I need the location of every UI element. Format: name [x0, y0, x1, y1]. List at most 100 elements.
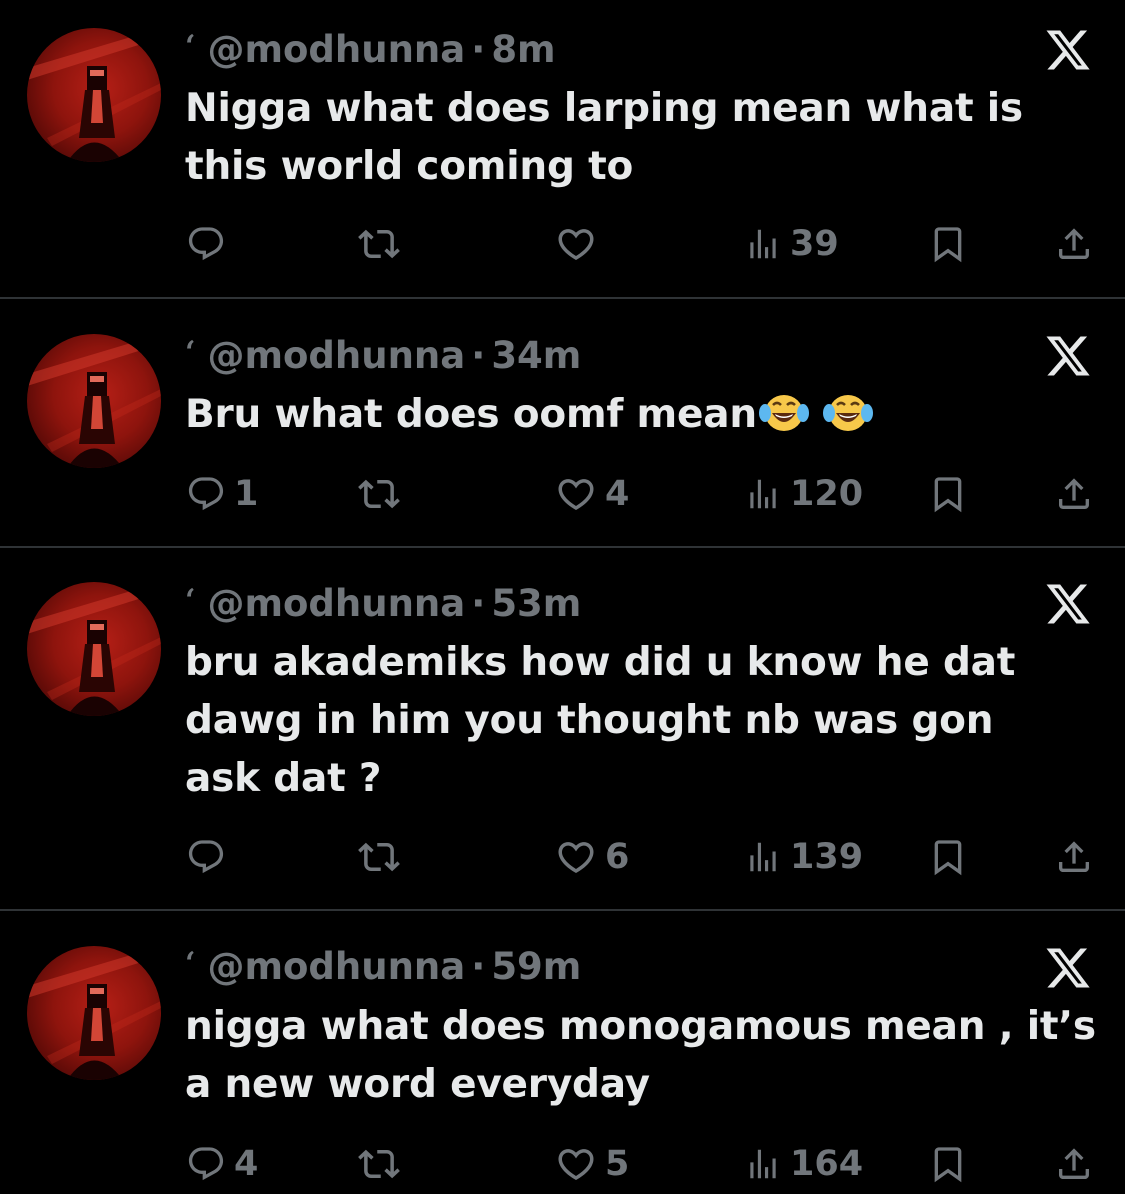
retweet-button[interactable] — [358, 219, 408, 269]
avatar-image — [27, 582, 161, 716]
like-button[interactable] — [555, 219, 605, 269]
tweet-meta: ‘ @modhunna · 53m — [185, 582, 581, 629]
tweet-text-container: Bru what does oomf mean — [185, 386, 1105, 444]
timestamp[interactable]: 8m — [491, 28, 555, 71]
heart-icon — [558, 842, 594, 874]
reply-icon — [188, 477, 224, 511]
like-count: 6 — [605, 837, 630, 877]
avatar[interactable] — [27, 28, 161, 162]
share-button[interactable] — [1054, 832, 1094, 882]
heart-icon — [558, 1149, 594, 1181]
timestamp[interactable]: 53m — [491, 582, 581, 625]
share-icon — [1059, 841, 1089, 872]
tweet[interactable]: ‘ @modhunna · 59m nigga what does monogamou… — [0, 911, 1125, 1194]
timestamp[interactable]: 59m — [491, 945, 581, 988]
retweet-icon — [358, 842, 400, 872]
views-button[interactable]: 39 — [744, 219, 839, 269]
avatar[interactable] — [27, 334, 161, 468]
tweet[interactable]: ‘ @modhunna · 34m Bru what does oomf mean 1 — [0, 299, 1125, 546]
like-button[interactable]: 5 — [555, 1139, 629, 1189]
retweet-icon — [358, 1149, 400, 1179]
tweet-meta: ‘ @modhunna · 8m — [185, 28, 556, 75]
share-button[interactable] — [1054, 219, 1094, 269]
separator-dot: · — [471, 334, 486, 377]
tweet-text: Nigga what does larping mean what is thi… — [185, 86, 1023, 189]
share-button[interactable] — [1054, 1139, 1094, 1189]
quote-mark: ‘ — [185, 583, 196, 618]
reply-icon — [188, 1147, 224, 1181]
bookmark-icon — [934, 840, 962, 876]
views-icon — [750, 1149, 776, 1179]
tweet-text: nigga what does monogamous mean , it’s a… — [185, 1004, 1096, 1107]
tweet[interactable]: ‘ @modhunna · 53m bru akademiks how did u k… — [0, 548, 1125, 909]
x-logo-icon — [1046, 336, 1090, 376]
heart-icon — [558, 229, 594, 261]
tweet-text: Bru what does oomf mean — [185, 392, 757, 437]
share-icon — [1059, 228, 1089, 259]
face-with-tears-of-joy-icon — [822, 395, 873, 431]
bookmark-button[interactable] — [928, 219, 968, 269]
x-logo-icon — [1046, 584, 1090, 624]
quote-mark: ‘ — [185, 335, 196, 370]
action-bar: 1 4 120 — [0, 469, 1125, 519]
reply-icon — [188, 227, 224, 261]
reply-count: 4 — [234, 1144, 259, 1184]
tweet-meta: ‘ @modhunna · 59m — [185, 945, 581, 992]
bookmark-icon — [934, 1147, 962, 1183]
views-button[interactable]: 139 — [744, 832, 863, 882]
reply-button[interactable] — [186, 219, 234, 269]
user-handle[interactable]: @modhunna — [207, 334, 465, 377]
avatar[interactable] — [27, 582, 161, 716]
tweet-meta: ‘ @modhunna · 34m — [185, 334, 581, 381]
x-logo-icon — [1046, 30, 1090, 70]
views-icon — [750, 229, 776, 259]
bookmark-button[interactable] — [928, 1139, 968, 1189]
views-count: 139 — [790, 837, 864, 877]
user-handle[interactable]: @modhunna — [207, 582, 465, 625]
user-handle[interactable]: @modhunna — [207, 28, 465, 71]
share-icon — [1059, 1148, 1089, 1179]
user-handle[interactable]: @modhunna — [207, 945, 465, 988]
avatar-image — [27, 946, 161, 1080]
bookmark-icon — [934, 227, 962, 263]
views-icon — [750, 479, 776, 509]
avatar-image — [27, 334, 161, 468]
like-button[interactable]: 6 — [555, 832, 629, 882]
separator-dot: · — [471, 945, 486, 988]
like-button[interactable]: 4 — [555, 469, 629, 519]
reply-icon — [188, 840, 224, 874]
x-logo-icon — [1046, 948, 1090, 988]
retweet-icon — [358, 479, 400, 509]
face-with-tears-of-joy-icon — [758, 395, 809, 431]
action-bar: 39 — [0, 219, 1125, 269]
retweet-button[interactable] — [358, 832, 408, 882]
bookmark-icon — [934, 477, 962, 513]
avatar-image — [27, 28, 161, 162]
reply-button[interactable]: 1 — [186, 469, 258, 519]
share-icon — [1059, 478, 1089, 509]
reply-button[interactable] — [186, 832, 234, 882]
tweet[interactable]: ‘ @modhunna · 8m Nigga what does larping me… — [0, 0, 1125, 297]
separator-dot: · — [471, 28, 486, 71]
views-button[interactable]: 120 — [744, 469, 863, 519]
views-count: 39 — [790, 224, 839, 264]
quote-mark: ‘ — [185, 946, 196, 981]
views-button[interactable]: 164 — [744, 1139, 863, 1189]
timestamp[interactable]: 34m — [491, 334, 581, 377]
separator-dot: · — [471, 582, 486, 625]
share-button[interactable] — [1054, 469, 1094, 519]
action-bar: 6 139 — [0, 832, 1125, 882]
bookmark-button[interactable] — [928, 469, 968, 519]
views-count: 164 — [790, 1144, 864, 1184]
retweet-button[interactable] — [358, 469, 408, 519]
bookmark-button[interactable] — [928, 832, 968, 882]
reply-button[interactable]: 4 — [186, 1139, 258, 1189]
quote-mark: ‘ — [185, 29, 196, 64]
tweet-text: bru akademiks how did u know he dat dawg… — [185, 640, 1016, 801]
retweet-icon — [358, 229, 400, 259]
action-bar: 4 5 164 — [0, 1139, 1125, 1189]
reply-count: 1 — [234, 474, 259, 514]
retweet-button[interactable] — [358, 1139, 408, 1189]
avatar[interactable] — [27, 946, 161, 1080]
heart-icon — [558, 479, 594, 511]
